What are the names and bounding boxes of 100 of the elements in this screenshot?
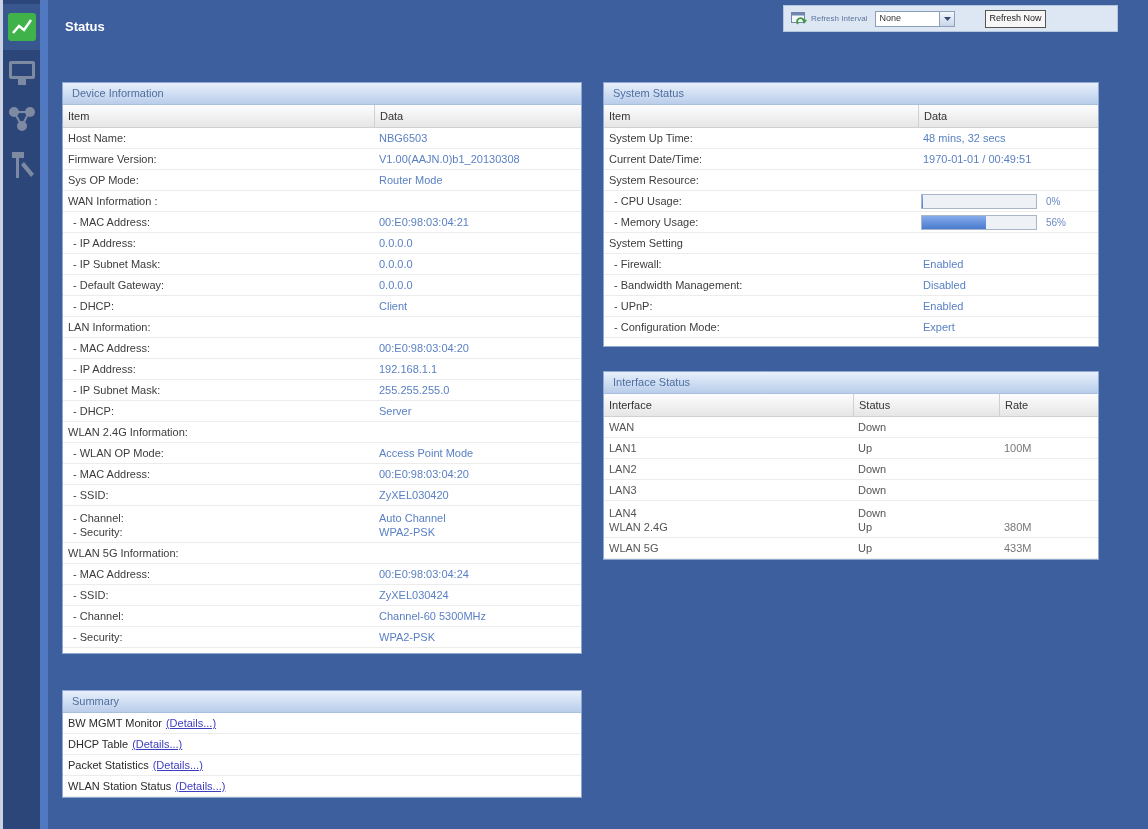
item-label: - CPU Usage: <box>614 193 682 209</box>
data-value: Access Point Mode <box>379 445 474 461</box>
data-value: 0.0.0.0 <box>379 277 413 293</box>
item-label: Current Date/Time: <box>609 151 703 167</box>
panel-title: System Status <box>613 86 684 102</box>
data-value: Disabled <box>923 277 966 293</box>
item-label: - Configuration Mode: <box>614 319 720 335</box>
column-header: Interface <box>609 397 652 413</box>
item-label: - IP Address: <box>73 361 136 377</box>
item-label: - Security: <box>73 629 123 645</box>
screen-icon <box>8 61 35 85</box>
data-value: Client <box>379 298 408 314</box>
network-icon <box>8 107 35 131</box>
item-label: - Channel: <box>73 608 124 624</box>
item-label: - MAC Address: <box>73 214 151 230</box>
refresh-now-button[interactable]: Refresh Now <box>985 9 1046 28</box>
item-label: - MAC Address: <box>73 340 151 356</box>
refresh-icon <box>791 11 807 26</box>
data-value: V1.00(AAJN.0)b1_20130308 <box>379 151 520 167</box>
summary-label: BW MGMT Monitor <box>68 715 162 731</box>
chart-icon <box>7 13 36 41</box>
status-text: Up <box>858 540 873 556</box>
item-label: - IP Address: <box>73 235 136 251</box>
item-label: - Security: <box>73 525 123 540</box>
summary-label: WLAN Station Status <box>68 778 172 794</box>
usage-percent: 0% <box>1046 194 1061 209</box>
item-label: - Bandwidth Management: <box>614 277 743 293</box>
item-label: - SSID: <box>73 487 109 503</box>
tools-icon <box>9 152 34 178</box>
data-value: 00:E0:98:03:04:20 <box>379 340 469 356</box>
data-value: 48 mins, 32 secs <box>923 130 1006 146</box>
item-label: - MAC Address: <box>73 566 151 582</box>
data-value: 0.0.0.0 <box>379 256 413 272</box>
data-value: Auto Channel <box>379 511 446 526</box>
item-label: - MAC Address: <box>73 466 151 482</box>
item-label: - IP Subnet Mask: <box>73 382 161 398</box>
interface-name: LAN1 <box>609 440 637 456</box>
interface-name: WLAN 5G <box>609 540 659 556</box>
item-label: - DHCP: <box>73 298 114 314</box>
caret-icon <box>943 16 951 21</box>
details-link[interactable]: (Details...) <box>132 735 183 753</box>
column-header: Item <box>609 108 631 124</box>
section-label: WAN Information : <box>68 193 158 209</box>
panel-title: Interface Status <box>613 375 691 391</box>
status-text: Down <box>858 419 887 435</box>
data-value: 192.168.1.1 <box>379 361 438 377</box>
status-text: Up <box>858 440 873 456</box>
data-value: ZyXEL030424 <box>379 587 449 603</box>
data-value: 00:E0:98:03:04:20 <box>379 466 469 482</box>
item-label: - IP Subnet Mask: <box>73 256 161 272</box>
data-value: Channel-60 5300MHz <box>379 608 486 624</box>
item-label: - DHCP: <box>73 403 114 419</box>
item-label: - UPnP: <box>614 298 653 314</box>
data-value: Enabled <box>923 298 964 314</box>
refresh-interval-label: Refresh Interval <box>811 12 868 25</box>
column-header: Data <box>924 108 948 124</box>
column-header: Rate <box>1005 397 1029 413</box>
data-value: 00:E0:98:03:04:21 <box>379 214 469 230</box>
status-text: Down <box>858 482 887 498</box>
interface-name: LAN2 <box>609 461 637 477</box>
sidebar-button[interactable] <box>3 4 40 50</box>
data-value: 255.255.255.0 <box>379 382 450 398</box>
data-value: NBG6503 <box>379 130 428 146</box>
section-label: WLAN 5G Information: <box>68 545 179 561</box>
data-value: 00:E0:98:03:04:24 <box>379 566 469 582</box>
status-text: Down <box>858 461 887 477</box>
data-value: WPA2-PSK <box>379 525 436 540</box>
details-link[interactable]: (Details...) <box>175 777 226 795</box>
data-value: ZyXEL030420 <box>379 487 449 503</box>
item-label: - Channel: <box>73 511 124 526</box>
data-value: 0.0.0.0 <box>379 235 413 251</box>
section-label: LAN Information: <box>68 319 151 335</box>
data-value: Server <box>379 403 412 419</box>
item-label: - Memory Usage: <box>614 214 699 230</box>
section-label: WLAN 2.4G Information: <box>68 424 188 440</box>
details-link[interactable]: (Details...) <box>152 756 203 774</box>
data-value: Enabled <box>923 256 964 272</box>
item-label: - Default Gateway: <box>73 277 165 293</box>
page-title: Status <box>65 18 105 36</box>
rate-value: 100M <box>1004 440 1032 456</box>
item-label: - SSID: <box>73 587 109 603</box>
interface-name: LAN3 <box>609 482 637 498</box>
interface-name: WLAN 2.4G <box>609 520 668 535</box>
status-text: Up <box>858 520 873 535</box>
details-link[interactable]: (Details...) <box>165 714 217 732</box>
data-value: Expert <box>923 319 955 335</box>
item-label: System Up Time: <box>609 130 693 146</box>
refresh-interval-select[interactable]: None <box>875 10 956 27</box>
item-label: - Firewall: <box>614 256 662 272</box>
item-label: Firmware Version: <box>68 151 157 167</box>
usage-percent: 56% <box>1046 215 1066 230</box>
section-label: System Setting <box>609 235 683 251</box>
panel-title: Device Information <box>72 86 164 102</box>
data-value: Router Mode <box>379 172 443 188</box>
interface-name: WAN <box>609 419 635 435</box>
column-header: Status <box>859 397 891 413</box>
summary-label: Packet Statistics <box>68 757 149 773</box>
panel-title: Summary <box>72 694 120 710</box>
item-label: - WLAN OP Mode: <box>73 445 164 461</box>
interface-name: LAN4 <box>609 506 637 521</box>
